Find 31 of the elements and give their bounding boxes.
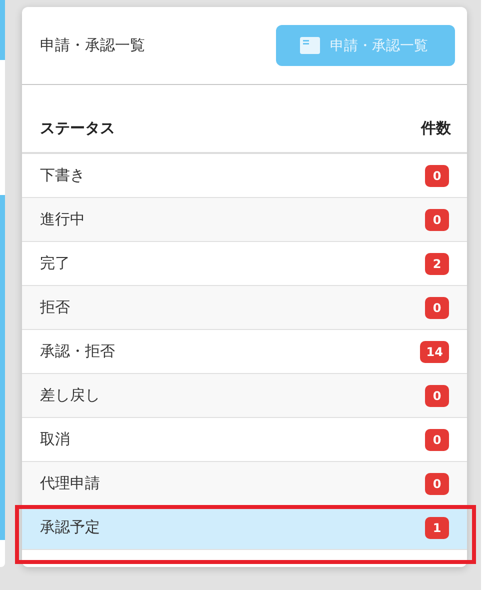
status-row[interactable]: 拒否 0: [22, 286, 467, 330]
count-badge: 14: [420, 340, 449, 362]
status-label: 承認予定: [40, 518, 100, 537]
status-row[interactable]: 下書き 0: [22, 154, 467, 198]
card-title: 申請・承認一覧: [40, 36, 145, 55]
count-badge: 0: [425, 208, 449, 230]
status-label: 下書き: [40, 166, 85, 185]
count-badge: 0: [425, 164, 449, 186]
status-label: 進行中: [40, 210, 85, 229]
document-icon: [300, 37, 320, 54]
count-badge: 2: [425, 252, 449, 274]
status-label: 承認・拒否: [40, 342, 115, 361]
count-badge: 0: [425, 428, 449, 450]
status-label: 取消: [40, 430, 70, 449]
status-row[interactable]: 承認予定 1: [22, 506, 467, 550]
column-header: ステータス: [40, 119, 115, 138]
status-row[interactable]: 承認・拒否 14: [22, 330, 467, 374]
count-badge: 0: [425, 384, 449, 406]
count-badge: 1: [425, 516, 449, 538]
status-row[interactable]: 代理申請 0: [22, 462, 467, 506]
status-label: 代理申請: [40, 474, 100, 493]
count-badge: 0: [425, 472, 449, 494]
status-row[interactable]: 取消 0: [22, 418, 467, 462]
status-row[interactable]: 差し戻し 0: [22, 374, 467, 418]
status-label: 拒否: [40, 298, 70, 317]
status-label: 完了: [40, 254, 70, 273]
status-row[interactable]: 進行中 0: [22, 198, 467, 242]
column-header: 件数: [421, 119, 451, 138]
status-row[interactable]: 完了 2: [22, 242, 467, 286]
status-label: 差し戻し: [40, 386, 100, 405]
count-badge: 0: [425, 296, 449, 318]
